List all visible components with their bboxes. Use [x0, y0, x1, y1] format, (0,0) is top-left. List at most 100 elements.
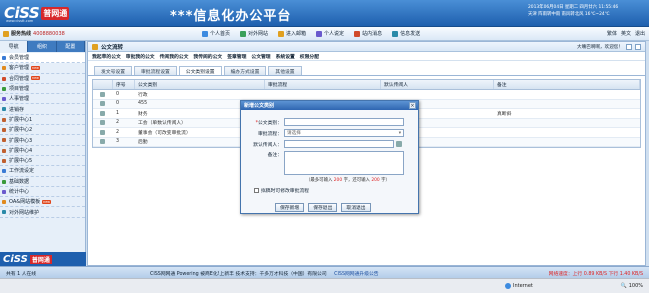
- reader-input[interactable]: [284, 140, 394, 148]
- lang-english-link[interactable]: 英文: [621, 30, 631, 37]
- sidebar-item-label: 基础数据: [9, 178, 30, 185]
- edit-icon[interactable]: [100, 129, 105, 135]
- row-flow: 审批流程： 请选择 ▾: [241, 129, 404, 137]
- note-textarea[interactable]: [284, 151, 404, 175]
- sidebar-item-label: OA&网站模板: [9, 199, 41, 206]
- logout-link[interactable]: 退出: [635, 30, 645, 37]
- cancel-button[interactable]: 取消退出: [341, 203, 371, 212]
- zoom-control[interactable]: 🔍 100%: [620, 283, 643, 289]
- link-messages[interactable]: 站内消息: [352, 29, 384, 38]
- save-exit-button[interactable]: 保存退出: [308, 203, 338, 212]
- menu-icon: [2, 56, 6, 60]
- link-label: 个人首页: [210, 31, 231, 37]
- close-icon[interactable]: ×: [409, 102, 416, 109]
- sidebar-tab-config[interactable]: 配置: [57, 41, 85, 52]
- sidebar-item[interactable]: 扩展中心2: [0, 125, 85, 136]
- sidebar-item[interactable]: OA&网站模板 new: [0, 197, 85, 208]
- lang-traditional-link[interactable]: 繁体: [607, 30, 617, 37]
- subnav-item[interactable]: 我传阅的公文: [193, 53, 222, 60]
- user-icon: [316, 30, 323, 37]
- sidebar-item-label: 人事管理: [9, 96, 30, 103]
- powered-text: CISS网网通 Powering 被商E化!上新丰 技术支持：千多万才科技（中国…: [150, 272, 327, 277]
- allow-edit-flow-option[interactable]: 拟稿时可修改审批流程: [254, 187, 309, 194]
- settings-tab[interactable]: 公文类别设置: [178, 66, 222, 75]
- sidebar-item[interactable]: 扩展中心1: [0, 115, 85, 126]
- sidebar-item[interactable]: 合同管理 new: [0, 74, 85, 84]
- edit-icon[interactable]: [100, 110, 105, 116]
- edit-cell[interactable]: [93, 109, 113, 118]
- help-icon[interactable]: [635, 44, 641, 50]
- new-category-dialog: 新增公文类别 × *公文类别： 审批流程： 请选择 ▾ 默认传阅人： 备注： （…: [240, 100, 419, 214]
- link-personal-settings[interactable]: 个人说定: [314, 29, 346, 38]
- network-speed: 网络速度：上行 0.89 KB/S 下行 1.40 KB/S: [548, 272, 643, 277]
- flow-select[interactable]: 请选择 ▾: [284, 129, 404, 137]
- dialog-title: 新增公文类别: [241, 101, 418, 110]
- settings-tab[interactable]: 编办方式设置: [223, 66, 267, 75]
- table-row[interactable]: 0 行政: [93, 90, 640, 100]
- sidebar-item[interactable]: 进销存: [0, 104, 85, 115]
- sidebar-item[interactable]: 客户管理 new: [0, 63, 85, 74]
- col-header: 审批流程: [265, 80, 381, 89]
- subnav-item[interactable]: 我起草的公文: [92, 53, 121, 60]
- subnav-item[interactable]: 审批我的公文: [126, 53, 155, 60]
- sidebar-item[interactable]: 会员管理: [0, 53, 85, 64]
- col-header: 默认传阅人: [381, 80, 494, 89]
- settings-tabs: 发文号设置 审批流程设置 公文类别设置 编办方式设置 其他设置: [88, 64, 645, 76]
- sidebar-item[interactable]: 对外网站维护: [0, 207, 85, 218]
- globe-icon: [505, 283, 511, 289]
- field-label: 审批流程：: [258, 131, 282, 137]
- mail-icon: [278, 30, 285, 37]
- sidebar-item[interactable]: 工作流设定: [0, 166, 85, 177]
- edit-cell[interactable]: [93, 90, 113, 99]
- settings-tab[interactable]: 审批流程设置: [134, 66, 177, 75]
- checkbox-label: 拟稿时可修改审批流程: [261, 189, 309, 194]
- table-cell: [494, 138, 640, 147]
- subnav-item[interactable]: 签章管理: [227, 53, 246, 60]
- refresh-icon[interactable]: [626, 44, 632, 50]
- edit-icon[interactable]: [100, 139, 105, 145]
- search-icon[interactable]: [396, 141, 402, 147]
- settings-tab[interactable]: 发文号设置: [94, 66, 132, 75]
- sidebar-item[interactable]: 人事管理: [0, 94, 85, 105]
- upgrade-notice-link[interactable]: CISS网网通升级公告: [334, 272, 378, 277]
- link-send-info[interactable]: 信息发送: [390, 29, 422, 38]
- link-home[interactable]: 个人首页: [200, 29, 232, 38]
- table-cell: 真断斜: [497, 111, 512, 117]
- edit-cell[interactable]: [93, 128, 113, 137]
- link-mailbox[interactable]: 进入邮箱: [276, 29, 308, 38]
- sidebar-item[interactable]: 项目管理: [0, 84, 85, 95]
- edit-cell[interactable]: [93, 138, 113, 147]
- sidebar-item-label: 对外网站维护: [9, 209, 40, 216]
- save-new-button[interactable]: 保存新增: [275, 203, 305, 212]
- sidebar-tab-nav[interactable]: 导航: [0, 41, 29, 52]
- settings-tab[interactable]: 其他设置: [268, 66, 302, 75]
- sidebar-tab-org[interactable]: 组织: [28, 41, 57, 52]
- subnav-item[interactable]: 系统设置: [276, 53, 295, 60]
- edit-cell[interactable]: [93, 119, 113, 128]
- app-window: CiSS 普网通 www.cisstt.com ***信息化办公平台 2013年…: [0, 0, 649, 293]
- subnav-item[interactable]: 权限分配: [300, 53, 319, 60]
- security-zone: Internet: [505, 283, 533, 289]
- subnav-item[interactable]: 传阅我的公文: [160, 53, 189, 60]
- link-label: 对外网站: [248, 31, 269, 37]
- subnav-item[interactable]: 公文管理: [251, 53, 270, 60]
- sidebar-item[interactable]: 扩展中心5: [0, 156, 85, 167]
- edit-cell[interactable]: [93, 100, 113, 109]
- logo-badge: 普网通: [41, 6, 70, 20]
- category-input[interactable]: [284, 118, 404, 126]
- module-subnav: 我起草的公文 审批我的公文 传阅我的公文 我传阅的公文 签章管理 公文管理 系统设置 权限分配: [88, 52, 645, 61]
- edit-icon[interactable]: [100, 120, 105, 126]
- sidebar-item[interactable]: 扩展中心4: [0, 146, 85, 156]
- sidebar-item[interactable]: 统计中心: [0, 187, 85, 198]
- sidebar-item-label: 扩展中心5: [9, 158, 33, 165]
- link-label: 进入邮箱: [286, 31, 307, 37]
- hotline-label: 服务热线: [11, 31, 32, 37]
- sidebar-item[interactable]: 扩展中心3: [0, 135, 85, 146]
- edit-icon[interactable]: [100, 101, 105, 107]
- sidebar-item-label: 扩展中心1: [9, 116, 33, 123]
- field-label: 默认传阅人：: [253, 142, 282, 148]
- link-website[interactable]: 对外网站: [238, 29, 270, 38]
- sidebar-item[interactable]: 基础数据: [0, 177, 85, 187]
- edit-icon[interactable]: [100, 91, 105, 97]
- checkbox[interactable]: [254, 188, 259, 193]
